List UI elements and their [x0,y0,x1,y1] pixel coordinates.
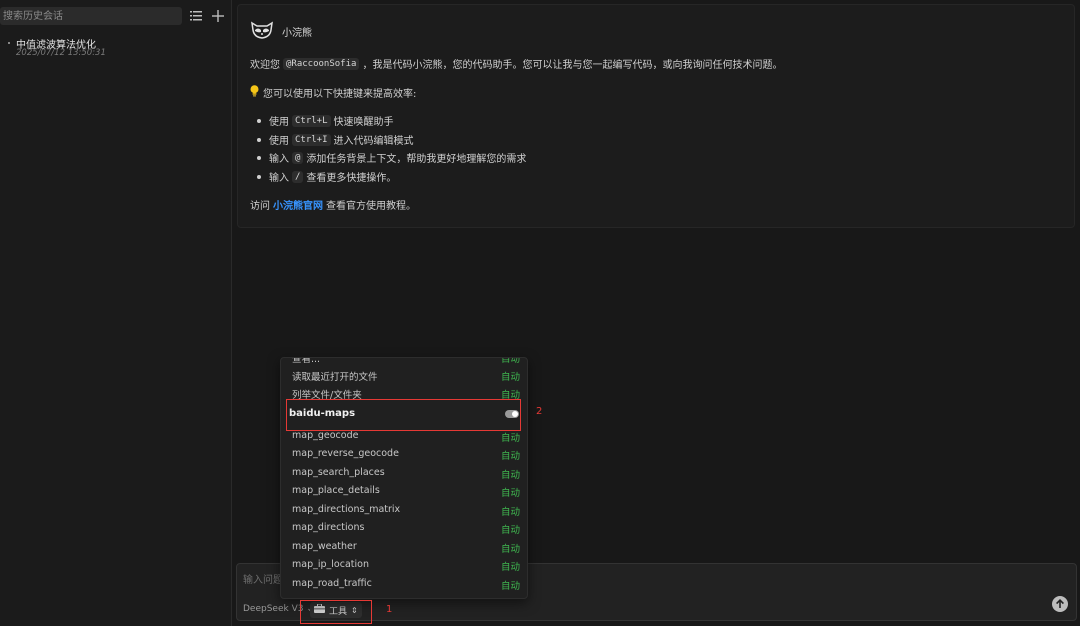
tip-prefix: 使用 [269,136,289,147]
tool-item[interactable]: map_search_places 自动 [281,465,527,483]
tool-status: 自动 [500,451,520,462]
tool-status: 自动 [500,581,520,592]
tool-status: 自动 [500,544,520,555]
tool-item[interactable]: map_place_details 自动 [281,483,527,501]
sidebar: 中值滤波算法优化 2025/07/12 13:50:31 [0,0,232,626]
search-row [0,7,232,25]
tip-item: 使用 Ctrl+L 快速唤醒助手 [250,113,394,128]
tool-name: map_weather [292,541,357,552]
greeting-prefix: 欢迎您 [250,60,280,71]
list-icon[interactable] [188,8,204,24]
bot-name: 小浣熊 [282,27,312,39]
official-site-link[interactable]: 小浣熊官网 [273,197,323,212]
history-item[interactable]: 中值滤波算法优化 2025/07/12 13:50:31 [8,36,223,60]
bullet [257,137,261,142]
tip-key: @ [292,151,304,164]
tools-dropdown: 查看... 自动 读取最近打开的文件 自动 列举文件/文件夹 自动 baidu-… [280,357,528,599]
tool-item[interactable]: map_directions 自动 [281,520,527,538]
tip-item: 输入 @ 添加任务背景上下文，帮助我更好地理解您的需求 [250,150,526,165]
raccoon-logo-icon [250,21,274,42]
tool-status: 自动 [501,596,520,598]
tool-name: 查看... [292,357,321,365]
tool-name: map_geocode [292,430,359,441]
welcome-message: 小浣熊 欢迎您 @RaccoonSofia ，我是代码小浣熊，您的代码助手。您可… [237,4,1075,228]
greeting-line: 欢迎您 @RaccoonSofia ，我是代码小浣熊，您的代码助手。您可以让我与… [250,56,782,71]
tool-name: map_reverse_geocode [292,448,399,459]
lightbulb-icon [250,85,259,100]
tips-intro: 您可以使用以下快捷键来提高效率: [263,89,417,100]
history-dot [8,42,10,44]
tool-name: map_road_traffic [292,578,372,589]
tool-item[interactable]: map_weather 自动 [281,539,527,557]
search-history-input[interactable] [0,7,182,25]
new-chat-plus-icon[interactable] [210,8,226,24]
tool-status: 自动 [500,372,520,383]
bullet [257,155,261,160]
tool-status: 自动 [500,562,520,573]
bullet [257,174,261,179]
tool-item[interactable]: map_directions_matrix 自动 [281,502,527,520]
tip-prefix: 输入 [269,173,289,184]
tip-key: / [292,170,304,183]
greeting-suffix: ，我是代码小浣熊，您的代码助手。您可以让我与您一起编写代码，或向我询问任何技术问… [362,60,783,71]
tips-intro-line: 您可以使用以下快捷键来提高效率: [250,85,416,100]
tool-status: 自动 [500,470,520,481]
tool-item[interactable]: 读取最近打开的文件 自动 [281,367,527,385]
tip-prefix: 输入 [269,154,289,165]
tool-status: 自动 [500,507,520,518]
tool-name: map_directions [292,522,365,533]
bullet [257,118,261,123]
visit-line: 访问 小浣熊官网 查看官方使用教程。 [250,197,416,212]
tool-name: map_search_places [292,467,385,478]
bot-header: 小浣熊 [250,21,312,41]
tool-status: 自动 [500,488,520,499]
tool-name: map_place_details [292,485,380,496]
tip-key: Ctrl+L [292,114,331,127]
tool-name: 读取最近打开的文件 [292,372,378,383]
arrow-up-icon [1056,598,1064,611]
send-button[interactable] [1052,596,1068,612]
tool-name: map_directions_matrix [292,504,401,515]
tip-suffix: 快速唤醒助手 [333,117,394,128]
tip-prefix: 使用 [269,117,289,128]
tool-name: map_ip_location [292,559,369,570]
tool-item[interactable]: map_reverse_geocode 自动 [281,446,527,464]
history-item-time: 2025/07/12 13:50:31 [16,48,106,58]
annotation-number-1: 1 [386,604,393,615]
tip-item: 输入 / 查看更多快捷操作。 [250,169,396,184]
tip-suffix: 查看更多快捷操作。 [306,173,397,184]
tool-status: 自动 [500,357,520,365]
tool-status: 自动 [500,525,520,536]
tool-status: 自动 [500,433,520,444]
visit-suffix: 查看官方使用教程。 [326,201,416,212]
tool-item[interactable]: map_ip_location 自动 [281,557,527,575]
tip-suffix: 进入代码编辑模式 [333,136,414,147]
tool-item[interactable]: 查看... 自动 [281,357,527,367]
annotation-number-2: 2 [536,406,543,417]
annotation-box-2 [286,399,521,431]
tip-suffix: 添加任务背景上下文，帮助我更好地理解您的需求 [306,154,527,165]
tool-item[interactable]: 自动 [281,594,527,598]
username-mention: @RaccoonSofia [283,57,360,70]
visit-prefix: 访问 [250,201,270,212]
tip-item: 使用 Ctrl+I 进入代码编辑模式 [250,132,414,147]
tool-item[interactable]: map_road_traffic 自动 [281,576,527,594]
tip-key: Ctrl+I [292,133,331,146]
annotation-box-1 [300,600,372,624]
model-label: DeepSeek V3 [243,604,304,614]
